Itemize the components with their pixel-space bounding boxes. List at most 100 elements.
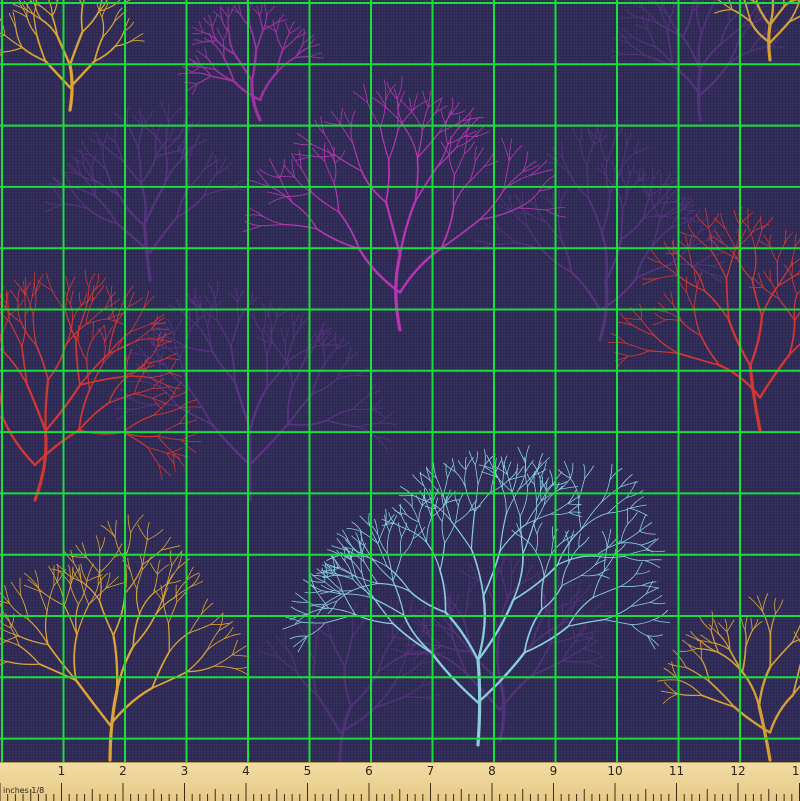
coral-branch: [212, 15, 217, 27]
coral-branch: [308, 331, 309, 343]
coral-branch: [270, 159, 280, 178]
coral-branch: [138, 126, 143, 149]
coral-branch: [181, 433, 199, 440]
coral-branch: [108, 521, 115, 537]
coral-branch: [168, 103, 170, 123]
coral-branch: [208, 308, 212, 327]
coral-branch: [626, 343, 649, 351]
coral-branch: [445, 124, 447, 144]
coral-branch: [192, 42, 203, 45]
coral-branch: [583, 640, 597, 649]
coral-branch: [71, 556, 86, 557]
coral-branch: [200, 67, 216, 70]
coral-branch: [131, 324, 151, 332]
coral-branch: [629, 351, 649, 356]
coral-branch: [512, 492, 520, 516]
coral-branch: [615, 160, 617, 172]
fabric-swatch: [0, 0, 800, 762]
coral-branch: [217, 29, 223, 41]
coral-branch: [190, 614, 202, 633]
coral-branch: [642, 16, 647, 30]
coral-branch: [188, 163, 189, 188]
coral-branch: [165, 359, 179, 360]
coral-branch: [85, 270, 89, 288]
coral-branch: [561, 190, 566, 202]
coral-branch: [647, 636, 655, 649]
coral-branch: [100, 573, 102, 601]
coral-branch: [650, 595, 662, 602]
coral-branch: [10, 290, 18, 303]
coral-branch: [421, 683, 437, 686]
coral-branch: [294, 636, 307, 647]
coral-branch: [228, 189, 246, 191]
coral-branch: [454, 182, 470, 208]
coral-branch: [453, 175, 454, 207]
coral-branch: [737, 259, 752, 280]
coral-branch: [248, 297, 257, 306]
coral-branch: [621, 574, 636, 586]
coral-branch: [679, 649, 697, 652]
coral-branch: [683, 11, 692, 37]
coral-branch: [269, 197, 287, 204]
coral-branch: [585, 466, 594, 479]
coral-branch: [180, 357, 190, 389]
coral-branch: [143, 550, 162, 564]
coral-branch: [691, 631, 701, 641]
coral-branch: [82, 140, 91, 155]
coral-branch: [245, 222, 261, 226]
coral-branch: [376, 679, 397, 707]
coral-branch: [294, 154, 312, 156]
coral-branch: [327, 409, 353, 421]
coral-branch: [303, 30, 304, 44]
coral-branch: [650, 602, 665, 603]
coral-branch: [400, 201, 415, 255]
coral-branch: [694, 288, 697, 309]
coral-branch: [419, 506, 423, 522]
coral-branch: [763, 593, 768, 611]
coral-branch: [441, 207, 454, 248]
coral-branch: [163, 342, 180, 357]
coral-branch: [72, 305, 81, 322]
coral-branch: [593, 586, 621, 597]
coral-branch: [581, 565, 595, 576]
coral-branch: [211, 623, 229, 624]
coral-branch: [230, 293, 238, 303]
coral-branch: [211, 614, 223, 624]
coral-branch: [554, 486, 562, 493]
coral-branch: [40, 6, 52, 16]
coral-branch: [128, 126, 138, 149]
coral-branch: [696, 4, 701, 33]
coral-branch: [726, 229, 736, 248]
coral-branch: [201, 310, 207, 327]
coral-branch: [770, 614, 775, 635]
coral-branch: [399, 523, 402, 537]
coral-branch: [538, 458, 549, 470]
coral-branch: [636, 571, 650, 574]
coral-branch: [760, 355, 789, 398]
coral-branch: [630, 508, 647, 515]
coral-branch: [398, 110, 413, 130]
coral-branch: [124, 533, 130, 559]
coral-branch: [169, 633, 189, 652]
coral-branch: [492, 242, 514, 244]
coral-branch: [364, 546, 375, 563]
coral-branch: [741, 619, 745, 630]
coral-branch: [762, 217, 773, 230]
coral-branch: [87, 339, 93, 361]
coral-branch: [157, 424, 179, 437]
coral-branch: [187, 567, 194, 581]
coral-branch: [507, 462, 511, 475]
coral-branch: [628, 165, 630, 176]
coral-branch: [103, 22, 115, 38]
ruler-number: 7: [427, 764, 435, 778]
coral-branch: [234, 667, 248, 669]
coral-branch: [559, 191, 561, 202]
coral-branch: [152, 315, 158, 329]
coral-branch: [64, 606, 77, 635]
coral-branch: [234, 54, 252, 81]
coral-branch: [298, 636, 307, 652]
coral-branch: [76, 680, 110, 725]
coral-branch: [172, 391, 188, 398]
coral-branch: [78, 341, 87, 360]
coral-branch: [615, 544, 626, 554]
